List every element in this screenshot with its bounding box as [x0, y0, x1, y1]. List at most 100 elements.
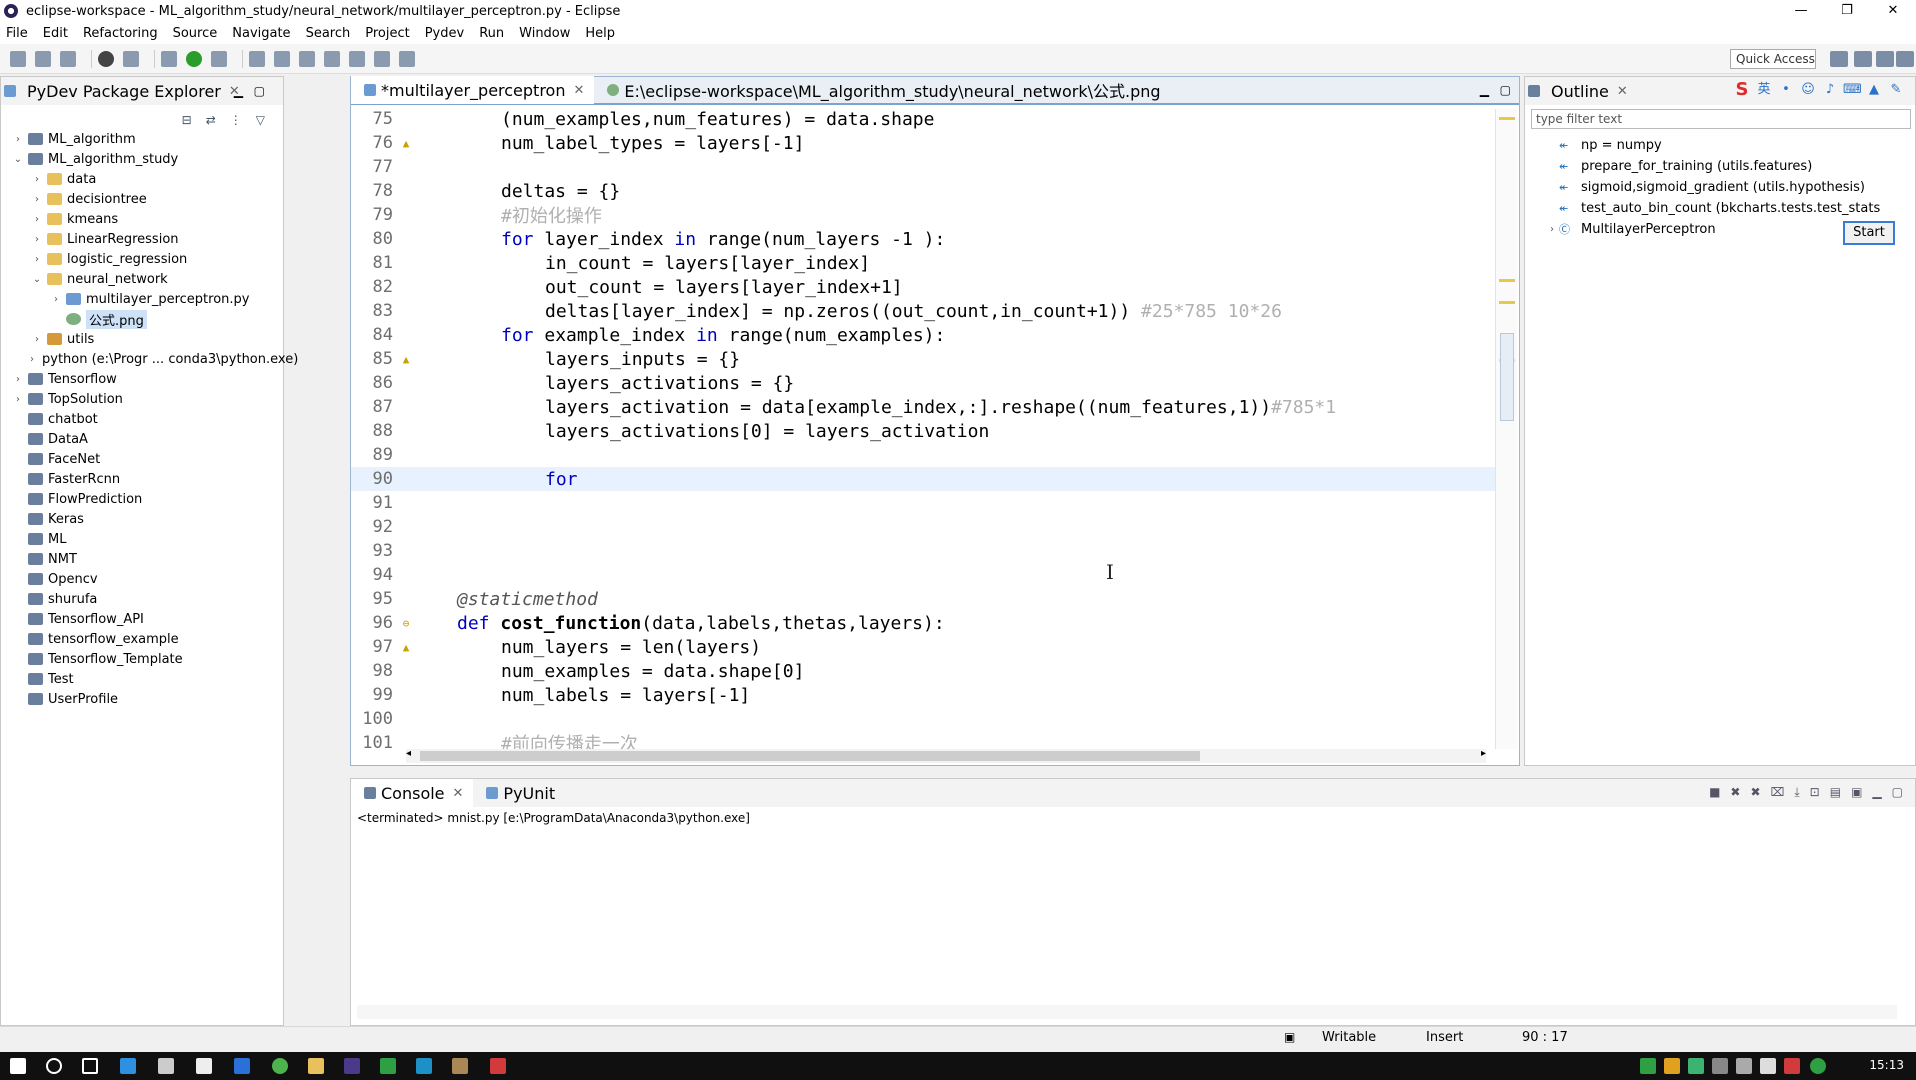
ime-emoji-icon[interactable]: ☺ [1799, 81, 1817, 99]
user-icon[interactable] [98, 50, 114, 67]
tray-ime-icon[interactable] [1760, 1058, 1776, 1074]
external-tools-icon[interactable] [211, 50, 227, 67]
ime-punctuation-icon[interactable]: • [1777, 81, 1795, 99]
menu-navigate[interactable]: Navigate [232, 26, 290, 41]
code-line[interactable]: 99 num_labels = layers[-1] [351, 683, 1496, 707]
ime-voice-icon[interactable]: ♪ [1821, 81, 1839, 99]
start-button[interactable]: Start [1843, 221, 1895, 245]
tree-item[interactable]: FasterRcnn [1, 469, 285, 489]
code-line[interactable]: 76 ▲ num_label_types = layers[-1] [351, 131, 1496, 155]
open-console-icon[interactable]: ▣ [1851, 785, 1862, 800]
next-annotation-icon[interactable] [299, 50, 315, 67]
perspective-icon[interactable] [1830, 51, 1848, 67]
maximize-console-icon[interactable]: ▢ [1892, 785, 1903, 800]
tree-item[interactable]: UserProfile [1, 689, 285, 709]
debug-icon[interactable] [161, 50, 177, 67]
code-line[interactable]: 81 in_count = layers[layer_index] [351, 251, 1496, 275]
ime-skin-icon[interactable]: ▲ [1865, 81, 1883, 99]
link-editor-icon[interactable]: ⇄ [206, 113, 216, 127]
tree-item[interactable]: NMT [1, 549, 285, 569]
code-line[interactable]: 94 [351, 563, 1496, 587]
tree-item[interactable]: Tensorflow_Template [1, 649, 285, 669]
console-tab[interactable]: Console ✕ [351, 779, 474, 807]
editor-tab[interactable]: *multilayer_perceptron ✕ [351, 76, 595, 104]
tree-item[interactable]: › logistic_regression [1, 249, 285, 269]
scroll-lock-icon[interactable]: ⤓ [1794, 785, 1799, 800]
open-type-icon[interactable] [249, 50, 265, 67]
expand-toggle-icon[interactable]: › [30, 354, 34, 365]
outline-item[interactable]: ↞ sigmoid,sigmoid_gradient (utils.hypothe… [1545, 177, 1865, 197]
close-button[interactable]: ✕ [1870, 0, 1916, 22]
mail-icon[interactable] [196, 1058, 212, 1074]
minimize-view-icon[interactable]: ▁ [234, 84, 243, 98]
maximize-view-icon[interactable]: ▢ [254, 84, 265, 98]
code-line[interactable]: 80 for layer_index in range(num_layers -1… [351, 227, 1496, 251]
save-all-icon[interactable] [60, 50, 76, 67]
overview-ruler[interactable] [1495, 109, 1517, 749]
tray-icon[interactable] [1664, 1058, 1680, 1074]
tree-item[interactable]: Opencv [1, 569, 285, 589]
code-line[interactable]: 97 ▲ num_layers = len(layers) [351, 635, 1496, 659]
collapse-all-icon[interactable]: ⊟ [182, 113, 192, 127]
close-tab-icon[interactable]: ✕ [453, 786, 464, 801]
code-line[interactable]: 88 layers_activations[0] = layers_activat… [351, 419, 1496, 443]
code-line[interactable]: 78 deltas = {} [351, 179, 1496, 203]
menu-window[interactable]: Window [519, 26, 570, 41]
code-editor[interactable]: 75 (num_examples,num_features) = data.sha… [351, 107, 1501, 755]
code-line[interactable]: 86 layers_activations = {} [351, 371, 1496, 395]
tree-item[interactable]: tensorflow_example [1, 629, 285, 649]
code-line[interactable]: 90 for [351, 467, 1496, 491]
prev-annotation-icon[interactable] [324, 50, 340, 67]
tree-item[interactable]: › LinearRegression [1, 229, 285, 249]
minimize-editor-icon[interactable]: ▁ [1480, 83, 1489, 97]
expand-toggle-icon[interactable]: ⌄ [30, 274, 44, 285]
tray-calendar-icon[interactable] [1810, 1058, 1826, 1074]
tree-item[interactable]: › kmeans [1, 209, 285, 229]
edge-icon[interactable] [120, 1058, 136, 1074]
back-icon[interactable] [374, 50, 390, 67]
save-icon[interactable] [35, 50, 51, 67]
debug-perspective-icon[interactable] [1854, 51, 1872, 67]
horizontal-scrollbar-thumb[interactable] [420, 751, 1200, 761]
java-perspective-icon[interactable] [1896, 51, 1914, 67]
overview-mark[interactable] [1499, 117, 1515, 120]
menu-source[interactable]: Source [173, 26, 218, 41]
store-icon[interactable] [158, 1058, 174, 1074]
tree-item[interactable]: › utils [1, 329, 285, 349]
outline-item[interactable]: ↞ test_auto_bin_count (bkcharts.tests.tes… [1545, 198, 1880, 218]
pin-console-icon[interactable]: ⊡ [1810, 785, 1820, 800]
tray-icon[interactable] [1640, 1058, 1656, 1074]
scroll-left-icon[interactable]: ◂ [406, 748, 411, 759]
fold-icon[interactable]: ⊖ [399, 617, 413, 630]
code-line[interactable]: 87 layers_activation = data[example_index… [351, 395, 1496, 419]
tray-shield-icon[interactable] [1688, 1058, 1704, 1074]
menu-project[interactable]: Project [365, 26, 409, 41]
ime-lang-toggle[interactable]: 英 [1755, 81, 1773, 99]
editor-tab[interactable]: E:\eclipse-workspace\ML_algorithm_study\… [594, 76, 1170, 104]
code-line[interactable]: 91 [351, 491, 1496, 515]
menu-pydev[interactable]: Pydev [425, 26, 464, 41]
tree-item[interactable]: › TopSolution [1, 389, 285, 409]
pydev-perspective-icon[interactable] [1876, 51, 1894, 67]
expand-toggle-icon[interactable]: › [11, 134, 25, 145]
app-icon[interactable] [452, 1058, 468, 1074]
menu-run[interactable]: Run [479, 26, 504, 41]
filter-icon[interactable]: ⋮ [230, 113, 242, 127]
close-tab-icon[interactable]: ✕ [573, 83, 584, 98]
tree-item[interactable]: shurufa [1, 589, 285, 609]
code-line[interactable]: 84 for example_index in range(num_example… [351, 323, 1496, 347]
expand-toggle-icon[interactable]: › [49, 294, 63, 305]
code-line[interactable]: 96 ⊖ def cost_function(data,labels,thetas,… [351, 611, 1496, 635]
code-line[interactable]: 77 [351, 155, 1496, 179]
terminate-icon[interactable]: ■ [1709, 785, 1720, 800]
overview-mark[interactable] [1499, 279, 1515, 282]
horizontal-scrollbar[interactable]: ◂ ▸ [406, 748, 1486, 763]
last-edit-icon[interactable] [349, 50, 365, 67]
outline-filter-input[interactable]: type filter text [1531, 109, 1911, 129]
tree-item[interactable]: › Tensorflow [1, 369, 285, 389]
menu-file[interactable]: File [6, 26, 28, 41]
expand-toggle-icon[interactable]: › [11, 374, 25, 385]
clear-console-icon[interactable]: ⌧ [1771, 785, 1785, 800]
code-line[interactable]: 83 deltas[layer_index] = np.zeros((out_co… [351, 299, 1496, 323]
search-icon[interactable] [274, 50, 290, 67]
